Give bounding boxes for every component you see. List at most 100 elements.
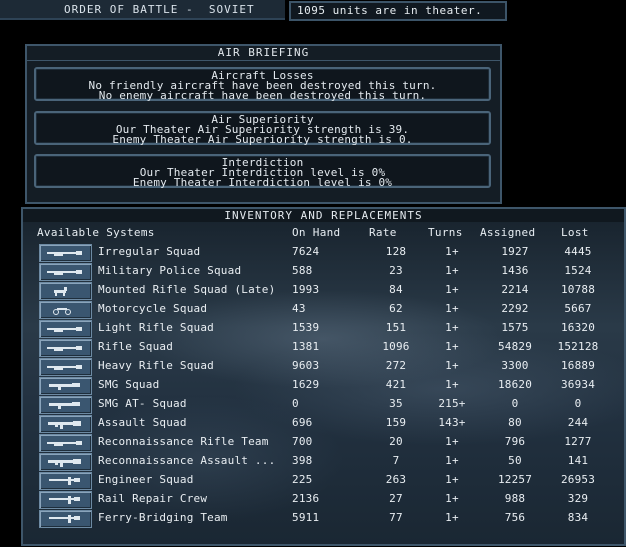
page-title: ORDER OF BATTLE - SOVIET <box>64 3 255 16</box>
rate-value: 159 <box>385 416 407 429</box>
turns-value: 1+ <box>445 340 459 353</box>
interdiction-line2: Enemy Theater Interdiction level is 0% <box>132 176 393 189</box>
system-name[interactable]: Reconnaissance Assault ... <box>98 454 275 467</box>
on-hand-value: 7624 <box>292 245 320 258</box>
rate-value: 151 <box>385 321 407 334</box>
unit-system-button[interactable] <box>39 415 92 433</box>
table-row: Light Rifle Squad 1539 151 1+ 1575 16320 <box>37 319 617 338</box>
units-count-box: 1095 units are in theater. <box>289 1 507 21</box>
unit-system-button[interactable] <box>39 244 92 262</box>
table-row: Mounted Rifle Squad (Late) 1993 84 1+ 2214 10… <box>37 281 617 300</box>
turns-value: 1+ <box>445 283 459 296</box>
unit-system-button[interactable] <box>39 434 92 452</box>
table-row: Military Police Squad 588 23 1+ 1436 1524 <box>37 262 617 281</box>
turns-value: 1+ <box>445 359 459 372</box>
on-hand-value: 588 <box>292 264 313 277</box>
rate-value: 23 <box>389 264 403 277</box>
unit-system-button[interactable] <box>39 396 92 414</box>
turns-value: 1+ <box>445 321 459 334</box>
turns-value: 1+ <box>445 454 459 467</box>
unit-system-button[interactable] <box>39 377 92 395</box>
lost-value: 16889 <box>560 359 596 372</box>
table-row: Ferry-Bridging Team 5911 77 1+ 756 834 <box>37 509 617 528</box>
assigned-value: 2292 <box>501 302 529 315</box>
on-hand-value: 225 <box>292 473 313 486</box>
interdiction-box: Interdiction Our Theater Interdiction le… <box>34 154 491 188</box>
rate-value: 263 <box>385 473 407 486</box>
on-hand-value: 0 <box>292 397 299 410</box>
system-name[interactable]: Assault Squad <box>98 416 187 429</box>
assigned-value: 988 <box>504 492 526 505</box>
lost-value: 1277 <box>564 435 592 448</box>
unit-system-button[interactable] <box>39 320 92 338</box>
unit-system-button[interactable] <box>39 510 92 528</box>
col-header-on-hand: On Hand <box>292 226 341 239</box>
on-hand-value: 398 <box>292 454 313 467</box>
turns-value: 1+ <box>445 473 459 486</box>
col-header-assigned: Assigned <box>480 226 536 239</box>
on-hand-value: 5911 <box>292 511 320 524</box>
assigned-value: 54829 <box>497 340 533 353</box>
on-hand-value: 1539 <box>292 321 320 334</box>
on-hand-value: 2136 <box>292 492 320 505</box>
col-header-turns: Turns <box>428 226 463 239</box>
rate-value: 128 <box>385 245 407 258</box>
air-briefing-panel: AIR BRIEFING Aircraft Losses No friendly… <box>25 44 502 204</box>
assigned-value: 3300 <box>501 359 529 372</box>
col-header-rate: Rate <box>369 226 397 239</box>
unit-system-button[interactable] <box>39 472 92 490</box>
table-row: SMG AT- Squad 0 35 215+ 0 0 <box>37 395 617 414</box>
unit-system-button[interactable] <box>39 301 92 319</box>
table-row: Reconnaissance Rifle Team 700 20 1+ 796 1277 <box>37 433 617 452</box>
system-name[interactable]: Military Police Squad <box>98 264 241 277</box>
turns-value: 143+ <box>438 416 466 429</box>
table-row: Assault Squad 696 159 143+ 80 244 <box>37 414 617 433</box>
inventory-panel: INVENTORY AND REPLACEMENTS Available Sys… <box>21 207 626 546</box>
rate-value: 35 <box>389 397 403 410</box>
air-superiority-line2: Enemy Theater Air Superiority strength i… <box>112 133 413 146</box>
assigned-value: 1436 <box>501 264 529 277</box>
air-briefing-title: AIR BRIEFING <box>27 46 500 61</box>
lost-value: 244 <box>567 416 589 429</box>
turns-value: 1+ <box>445 435 459 448</box>
col-header-systems: Available Systems <box>37 226 155 239</box>
unit-system-button[interactable] <box>39 491 92 509</box>
unit-system-button[interactable] <box>39 263 92 281</box>
turns-value: 1+ <box>445 378 459 391</box>
system-name[interactable]: Mounted Rifle Squad (Late) <box>98 283 275 296</box>
rate-value: 421 <box>385 378 407 391</box>
aircraft-losses-line2: No enemy aircraft have been destroyed th… <box>98 89 427 102</box>
table-row: Heavy Rifle Squad 9603 272 1+ 3300 16889 <box>37 357 617 376</box>
system-name[interactable]: Rifle Squad <box>98 340 173 353</box>
unit-system-button[interactable] <box>39 282 92 300</box>
aircraft-losses-box: Aircraft Losses No friendly aircraft hav… <box>34 67 491 101</box>
unit-system-button[interactable] <box>39 453 92 471</box>
system-name[interactable]: Heavy Rifle Squad <box>98 359 214 372</box>
lost-value: 36934 <box>560 378 596 391</box>
lost-value: 141 <box>567 454 589 467</box>
system-name[interactable]: Ferry-Bridging Team <box>98 511 228 524</box>
rate-value: 7 <box>392 454 400 467</box>
unit-system-button[interactable] <box>39 339 92 357</box>
system-name[interactable]: Rail Repair Crew <box>98 492 207 505</box>
rate-value: 20 <box>389 435 403 448</box>
system-name[interactable]: SMG AT- Squad <box>98 397 187 410</box>
system-name[interactable]: Irregular Squad <box>98 245 200 258</box>
assigned-value: 18620 <box>497 378 533 391</box>
table-row: SMG Squad 1629 421 1+ 18620 36934 <box>37 376 617 395</box>
assigned-value: 12257 <box>497 473 533 486</box>
table-row: Rail Repair Crew 2136 27 1+ 988 329 <box>37 490 617 509</box>
system-name[interactable]: Reconnaissance Rifle Team <box>98 435 269 448</box>
system-name[interactable]: SMG Squad <box>98 378 159 391</box>
assigned-value: 1575 <box>501 321 529 334</box>
unit-system-button[interactable] <box>39 358 92 376</box>
lost-value: 152128 <box>557 340 599 353</box>
rate-value: 84 <box>389 283 403 296</box>
system-name[interactable]: Motorcycle Squad <box>98 302 207 315</box>
table-row: Motorcycle Squad 43 62 1+ 2292 5667 <box>37 300 617 319</box>
system-name[interactable]: Light Rifle Squad <box>98 321 214 334</box>
table-row: Engineer Squad 225 263 1+ 12257 26953 <box>37 471 617 490</box>
system-name[interactable]: Engineer Squad <box>98 473 194 486</box>
on-hand-value: 700 <box>292 435 313 448</box>
table-row: Reconnaissance Assault ... 398 7 1+ 50 141 <box>37 452 617 471</box>
